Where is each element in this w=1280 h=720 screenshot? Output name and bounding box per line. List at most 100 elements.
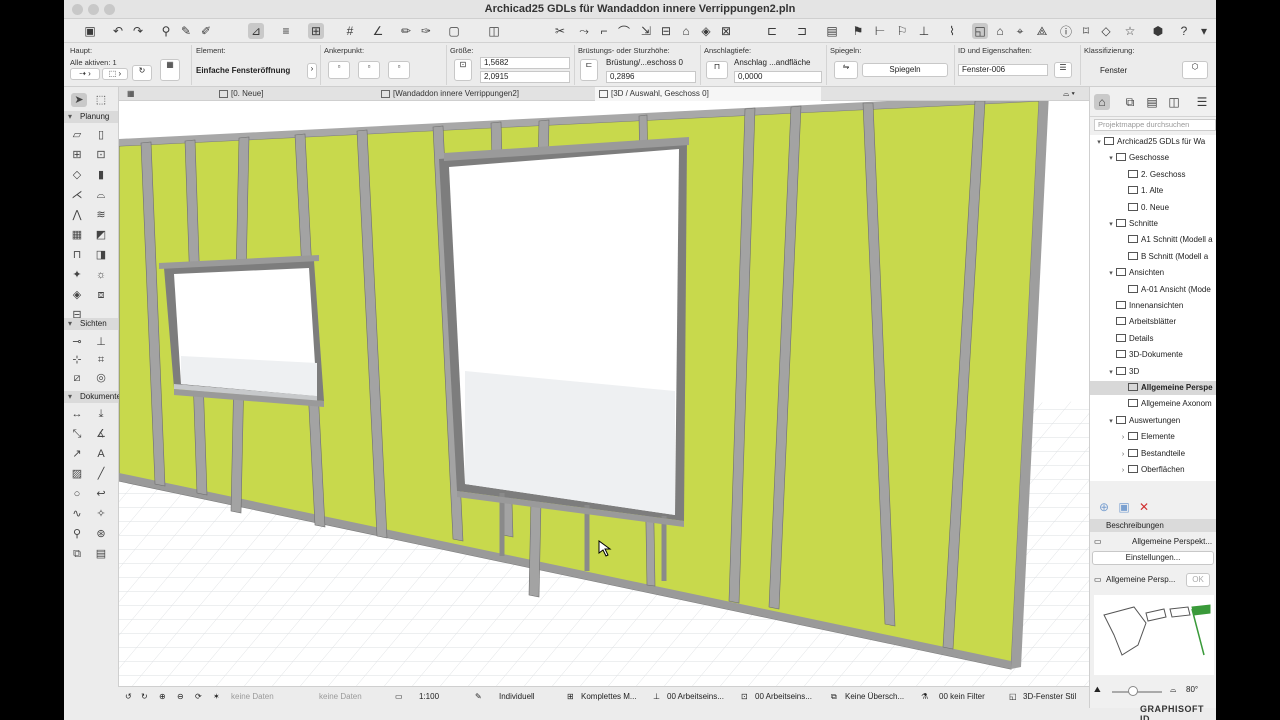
spline-tool-icon[interactable]: ∿ (69, 507, 85, 521)
class-value[interactable]: Fenster (1100, 66, 1127, 75)
zoom-value[interactable]: 80° (1186, 685, 1198, 694)
width-field[interactable]: 1,5682 (480, 57, 570, 69)
undo-view-icon[interactable]: ↺ (125, 692, 132, 701)
view-map-icon[interactable]: ⧉ (1122, 94, 1138, 110)
guide-lines-icon[interactable]: ≡ (278, 23, 294, 39)
tree-item[interactable]: 1. Alte (1090, 184, 1216, 198)
resize-icon[interactable]: ⇲ (638, 23, 654, 39)
redo-data[interactable]: keine Daten (319, 692, 362, 701)
layout-book-icon[interactable]: ▤ (1144, 94, 1160, 110)
syringe-icon[interactable]: ✐ (198, 23, 214, 39)
section-design[interactable]: Planung (64, 111, 118, 123)
tab-3d-view[interactable]: [3D / Auswahl, Geschoss 0] (595, 87, 821, 101)
sill-mode[interactable]: Brüstung/...eschoss 0 (606, 58, 683, 67)
filter-value[interactable]: 00 kein Filter (939, 692, 985, 701)
favorite-icon[interactable]: ☆ (1122, 23, 1138, 39)
hotspot-tool-icon[interactable]: ✧ (93, 507, 109, 521)
scissors-icon[interactable]: ✂ (552, 23, 568, 39)
cube-icon[interactable]: ◈ (698, 23, 714, 39)
worksheet-tool-icon[interactable]: ⧄ (69, 371, 85, 385)
delete-view-icon[interactable]: ✕ (1136, 499, 1152, 515)
skylight-tool-icon[interactable]: ◈ (69, 288, 85, 302)
tab-overview[interactable]: ▦ (123, 87, 143, 101)
tree-toggle-icon[interactable]: › (1118, 431, 1128, 445)
section-marker-icon[interactable]: ⚑ (850, 23, 866, 39)
redo-icon[interactable]: ↷ (130, 23, 146, 39)
dimension-tool-icon[interactable]: ↔ (69, 407, 85, 421)
tree-item[interactable]: Arbeitsblätter (1090, 315, 1216, 329)
save-icon[interactable]: ▣ (82, 23, 98, 39)
tree-item[interactable]: A1 Schnitt (Modell a (1090, 233, 1216, 247)
angle-dimension-tool-icon[interactable]: ∡ (93, 427, 109, 441)
tree-item[interactable]: ▾ 3D (1090, 365, 1216, 379)
marker-tool-icon[interactable]: ⚲ (69, 527, 85, 541)
arrange-icon[interactable]: ⊠ (718, 23, 734, 39)
distribute-icon[interactable]: ⊐ (794, 23, 810, 39)
sill-field[interactable]: 0,2896 (606, 71, 696, 83)
more-icon[interactable]: ▾ (1196, 23, 1212, 39)
classification-icon[interactable]: ⬡ (1182, 61, 1208, 79)
tree-toggle-icon[interactable]: ▾ (1106, 366, 1116, 380)
layer-combo-value[interactable]: 00 Arbeitseins... (667, 692, 724, 701)
walk-icon[interactable]: ✶ (213, 692, 220, 701)
slab-tool-icon[interactable]: ◇ (69, 168, 85, 182)
beam-tool-icon[interactable]: ▮ (93, 168, 109, 182)
section-documents[interactable]: Dokumente (64, 391, 121, 403)
figure-tool-icon[interactable]: ⧉ (69, 547, 85, 561)
tree-item[interactable]: ▾ Ansichten (1090, 266, 1216, 280)
tab-layout[interactable]: [Wandaddon innere Verrippungen2] (377, 87, 597, 101)
magic-wand-icon[interactable]: ⚲ (158, 23, 174, 39)
eyedropper-icon[interactable]: ✎ (178, 23, 194, 39)
morph-tool-icon[interactable]: ✦ (69, 268, 85, 282)
reveal-mode[interactable]: Anschlag ...andfläche (734, 58, 811, 67)
layout-icon[interactable]: ▤ (824, 23, 840, 39)
floor-plan-icon[interactable]: ⌂ (992, 23, 1008, 39)
tree-toggle-icon[interactable]: › (1118, 464, 1128, 478)
3d-view-icon[interactable]: ◱ (972, 23, 988, 39)
redo-view-icon[interactable]: ↻ (141, 692, 148, 701)
tree-item[interactable]: B Schnitt (Modell a (1090, 250, 1216, 264)
paperclip-icon[interactable]: ⌇ (944, 23, 960, 39)
element-shape-icon[interactable]: ▢ (446, 23, 462, 39)
tree-item[interactable]: Allgemeine Axonom (1090, 397, 1216, 411)
zoom-slider-thumb[interactable] (1128, 686, 1138, 696)
tree-item[interactable]: 0. Neue (1090, 201, 1216, 215)
gravity-icon[interactable]: ⊞ (308, 23, 324, 39)
anchor-edge-icon[interactable]: ▫ (388, 61, 410, 79)
zoom-slider-icon[interactable]: ⛰ (1094, 685, 1101, 695)
detail-tool-icon[interactable]: ◎ (93, 371, 109, 385)
tree-item[interactable]: 2. Geschoss (1090, 168, 1216, 182)
snap-guide-icon[interactable]: ⊿ (248, 23, 264, 39)
section-icon[interactable]: ⌖ (1012, 23, 1028, 39)
help-icon[interactable]: ? (1176, 23, 1192, 39)
reveal-icon[interactable]: ⊓ (706, 61, 728, 79)
publisher-icon[interactable]: ◫ (1166, 94, 1182, 110)
ok-button[interactable]: OK (1186, 573, 1210, 587)
tree-item[interactable]: Innenansichten (1090, 299, 1216, 313)
collaboration-icon[interactable]: ⬢ (1150, 23, 1166, 39)
object-tool-icon[interactable]: ⊓ (69, 248, 85, 262)
element-menu-arrow[interactable]: › (307, 63, 317, 79)
tree-item[interactable]: 3D-Dokumente (1090, 348, 1216, 362)
tree-item[interactable]: A-01 Ansicht (Mode (1090, 283, 1216, 297)
clone-view-icon[interactable]: ▣ (1116, 499, 1132, 515)
arrow-tool-icon[interactable]: ➤ (71, 93, 87, 107)
tree-item[interactable]: ▾ Auswertungen (1090, 414, 1216, 428)
split-icon[interactable]: ⊟ (658, 23, 674, 39)
graphisoft-id[interactable]: GRAPHISOFT ID (1140, 704, 1216, 720)
interior-elevation-tool-icon[interactable]: ⊹ (69, 353, 85, 367)
tree-toggle-icon[interactable]: ▾ (1094, 136, 1104, 150)
tree-toggle-icon[interactable]: ▾ (1106, 267, 1116, 281)
opening-tool-icon[interactable]: ⧈ (93, 288, 109, 302)
reveal-field[interactable]: 0,0000 (734, 71, 822, 83)
tag-icon[interactable]: ⟁ (1034, 23, 1050, 39)
tree-toggle-icon[interactable]: ▾ (1106, 415, 1116, 429)
stair-tool-icon[interactable]: ⋀ (69, 208, 85, 222)
marquee-button[interactable]: ⬚ › (102, 68, 128, 80)
fillet-icon[interactable]: ⌐ (596, 23, 612, 39)
tree-item[interactable]: Allgemeine Perspe (1090, 381, 1216, 395)
id-field[interactable]: Fenster-006 (958, 64, 1048, 76)
wall-tool-icon[interactable]: ▱ (69, 128, 85, 142)
lamp-tool-icon[interactable]: ☼ (93, 268, 109, 282)
size-icon[interactable]: ⊡ (454, 59, 472, 81)
